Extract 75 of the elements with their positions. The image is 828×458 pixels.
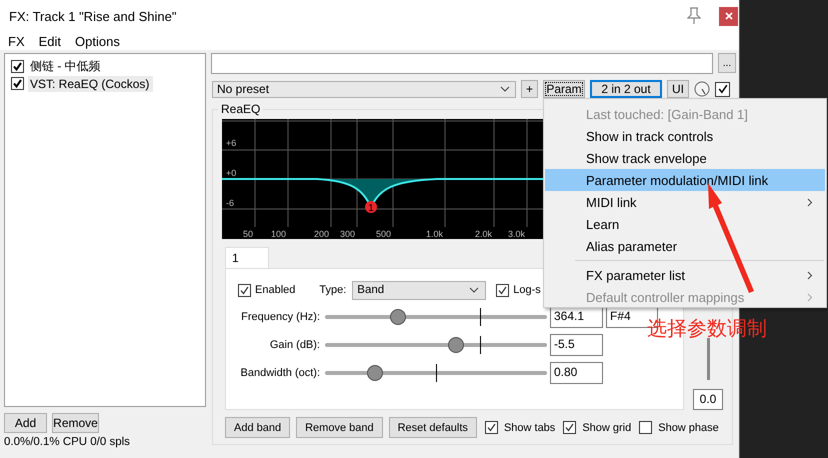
- band-node[interactable]: 1: [365, 201, 377, 214]
- menu-item[interactable]: Learn: [545, 213, 825, 235]
- type-dropdown[interactable]: Band: [352, 280, 486, 300]
- add-preset-button[interactable]: +: [521, 80, 538, 98]
- value-field[interactable]: -5.5: [550, 334, 603, 356]
- panel-button[interactable]: Add band: [225, 417, 290, 438]
- close-icon: [724, 12, 732, 20]
- cpu-status: 0.0%/0.1% CPU 0/0 spls: [4, 436, 131, 448]
- menu-item[interactable]: Options: [75, 34, 120, 48]
- value-field[interactable]: 364.1: [550, 306, 603, 328]
- checkbox[interactable]: [563, 421, 576, 434]
- panel-button[interactable]: Reset defaults: [388, 417, 477, 438]
- checkbox-label: Show tabs: [504, 422, 556, 434]
- slider-thumb[interactable]: [390, 309, 406, 325]
- param-label: Gain (dB):: [268, 339, 320, 351]
- axis-label: +6: [226, 138, 236, 148]
- axis-label: 2.0k: [474, 229, 492, 239]
- axis-label: -6: [226, 198, 234, 208]
- axis-label: 3.0k: [508, 229, 525, 239]
- band-tab[interactable]: 1: [225, 247, 269, 268]
- window-title: FX: Track 1 "Rise and Shine": [9, 8, 178, 24]
- param-label: Frequency (Hz):: [240, 311, 320, 323]
- list-button[interactable]: Remove: [52, 413, 99, 433]
- axis-label: 200: [314, 229, 329, 239]
- close-button[interactable]: [719, 6, 738, 26]
- checkbox-label: Show grid: [582, 422, 632, 434]
- output-value-field[interactable]: 0.0: [693, 389, 723, 410]
- chevron-icon: [807, 270, 813, 280]
- knob-icon[interactable]: [694, 81, 710, 97]
- axis-label: 500: [376, 229, 391, 239]
- checkbox[interactable]: [496, 284, 510, 296]
- menu-item[interactable]: Parameter modulation/MIDI link: [545, 169, 825, 191]
- io-button[interactable]: 2 in 2 out: [590, 80, 662, 98]
- more-button[interactable]: ...: [718, 53, 736, 73]
- text-field[interactable]: [211, 53, 713, 74]
- axis-label: 100: [270, 229, 286, 239]
- param-button[interactable]: Param: [543, 80, 585, 98]
- preset-dropdown[interactable]: No preset: [212, 80, 516, 98]
- checkbox[interactable]: [484, 421, 498, 434]
- type-label: Type:: [319, 284, 346, 296]
- checkbox[interactable]: [238, 284, 251, 296]
- menu-item[interactable]: Alias parameter: [545, 235, 825, 257]
- menu-item[interactable]: FX parameter list: [545, 264, 825, 286]
- menu-item[interactable]: FX: [8, 34, 25, 48]
- checkbox-label: Show phase: [658, 422, 719, 434]
- panel-button[interactable]: Remove band: [296, 417, 383, 438]
- slider-thumb[interactable]: [448, 337, 464, 353]
- param-label: Bandwidth (oct):: [240, 367, 320, 379]
- chevron-icon: [807, 292, 813, 302]
- fx-item[interactable]: VST: ReaEQ (Cockos): [28, 76, 154, 92]
- list-button[interactable]: Add: [4, 413, 47, 433]
- vertical-slider-track: [706, 338, 710, 380]
- axis-label: 1.0k: [426, 229, 443, 239]
- caret-icon: [500, 86, 510, 92]
- menu-item[interactable]: MIDI link: [545, 191, 825, 213]
- checkbox[interactable]: [639, 421, 652, 434]
- axis-label: 50: [242, 229, 253, 239]
- fx-item[interactable]: 侧链 - 中低频: [28, 57, 105, 76]
- checkbox[interactable]: [11, 60, 24, 73]
- slider-thumb[interactable]: [366, 365, 383, 381]
- menu-item[interactable]: Show in track controls: [545, 125, 825, 147]
- group-title: ReaEQ: [220, 102, 262, 116]
- checkbox[interactable]: [715, 82, 730, 96]
- checkbox-label: Log-s: [513, 284, 541, 296]
- axis-label: +0: [226, 168, 236, 178]
- checkbox[interactable]: [11, 77, 24, 90]
- axis-label: 300: [340, 229, 355, 239]
- chevron-icon: [807, 198, 813, 206]
- ui-button[interactable]: UI: [667, 80, 689, 98]
- caret-icon: [469, 287, 480, 293]
- checkbox-label: Enabled: [255, 284, 296, 296]
- menu-item[interactable]: Edit: [38, 34, 62, 48]
- pin-icon[interactable]: [687, 7, 701, 25]
- value-field[interactable]: 0.80: [550, 362, 603, 384]
- menu-item[interactable]: Show track envelope: [545, 147, 825, 169]
